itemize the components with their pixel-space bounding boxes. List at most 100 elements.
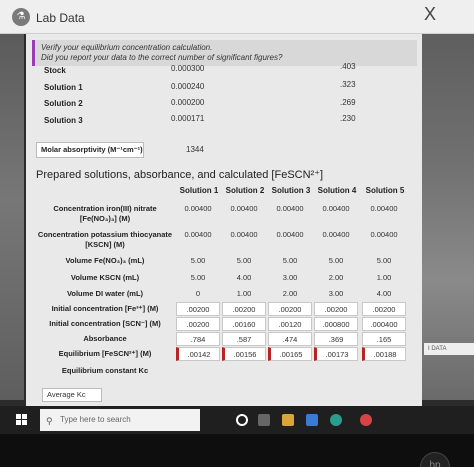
solution-3-concentration: 0.000171 xyxy=(171,114,205,123)
table-cell[interactable]: .000800 xyxy=(314,317,358,331)
table-cell xyxy=(314,364,358,378)
table-cell: 1.00 xyxy=(376,273,392,282)
table-cell: 4.00 xyxy=(236,273,252,282)
row-label: Volume Fe(NO₃)₃ (mL) xyxy=(65,256,145,265)
background-right xyxy=(420,0,474,400)
solution-2-absorbance: .269 xyxy=(340,98,356,107)
solution-2-label: Solution 2 xyxy=(44,99,83,108)
edge-icon[interactable] xyxy=(330,414,342,426)
solution-1-absorbance: .323 xyxy=(340,80,356,89)
table-cell: 0.00400 xyxy=(370,204,398,213)
row-label: Volume DI water (mL) xyxy=(66,289,144,298)
table-cell: 5.00 xyxy=(282,256,298,265)
row-label: Initial concentration [SCN⁻] (M) xyxy=(49,319,161,328)
table-cell[interactable]: .00188 xyxy=(362,347,406,361)
dialog-title: Lab Data xyxy=(36,11,85,25)
table-cell[interactable]: .00142 xyxy=(176,347,220,361)
table-cell: 0.00400 xyxy=(184,204,212,213)
table-cell[interactable]: .00200 xyxy=(314,302,358,316)
table-cell: 5.00 xyxy=(328,256,344,265)
table-cell[interactable]: .784 xyxy=(176,332,220,346)
section-title: Prepared solutions, absorbance, and calc… xyxy=(36,169,324,181)
row-label: Concentration iron(III) nitrate [Fe(NO₃)… xyxy=(53,204,157,223)
table-cell xyxy=(222,364,266,378)
taskbar: Type here to search ⚲ xyxy=(0,406,474,434)
row-label: Volume KSCN (mL) xyxy=(70,273,140,282)
column-header-3: Solution 3 xyxy=(271,186,311,195)
row-label: Equilibrium constant Kc xyxy=(61,366,149,375)
solution-3-label: Solution 3 xyxy=(44,116,83,125)
table-cell: 0.00400 xyxy=(322,204,350,213)
table-cell[interactable]: .00200 xyxy=(176,317,220,331)
table-cell xyxy=(362,364,406,378)
table-cell: 0.00400 xyxy=(230,204,258,213)
taskbar-search-input[interactable]: Type here to search xyxy=(40,409,200,431)
table-cell: 1.00 xyxy=(236,289,252,298)
table-cell: 0.00400 xyxy=(322,230,350,239)
file-explorer-icon[interactable] xyxy=(282,414,294,426)
dropbox-icon[interactable] xyxy=(306,414,318,426)
table-cell xyxy=(268,364,312,378)
table-cell[interactable]: .00160 xyxy=(222,317,266,331)
row-label: Equilibrium [FeSCN²⁺] (M) xyxy=(58,349,152,358)
table-cell[interactable]: .00165 xyxy=(268,347,312,361)
table-cell: 0.00400 xyxy=(276,204,304,213)
solution-3-absorbance: .230 xyxy=(340,114,356,123)
cortana-icon[interactable] xyxy=(236,414,248,426)
table-cell: 2.00 xyxy=(282,289,298,298)
table-cell xyxy=(176,364,220,378)
table-cell: 0.00400 xyxy=(370,230,398,239)
table-cell[interactable]: .00200 xyxy=(362,302,406,316)
table-cell[interactable]: .000400 xyxy=(362,317,406,331)
molar-absorptivity-label: Molar absorptivity (M⁻¹cm⁻¹) xyxy=(36,142,144,158)
table-cell: 3.00 xyxy=(282,273,298,282)
table-cell[interactable]: .00200 xyxy=(268,302,312,316)
side-tab[interactable]: I DATA xyxy=(424,343,474,355)
table-cell: 4.00 xyxy=(376,289,392,298)
table-cell: 5.00 xyxy=(190,256,206,265)
table-cell[interactable]: .00120 xyxy=(268,317,312,331)
column-header-2: Solution 2 xyxy=(225,186,265,195)
windows-start-icon[interactable] xyxy=(16,414,28,426)
row-label: Initial concentration [Fe³⁺] (M) xyxy=(51,304,159,313)
tip-line-1: Verify your equilibrium concentration ca… xyxy=(41,43,213,52)
solution-1-label: Solution 1 xyxy=(44,83,83,92)
table-cell[interactable]: .00200 xyxy=(222,302,266,316)
molar-absorptivity-value: 1344 xyxy=(186,145,204,154)
solution-2-concentration: 0.000200 xyxy=(171,98,205,107)
stock-concentration: 0.000300 xyxy=(171,64,205,73)
close-icon[interactable]: X xyxy=(424,4,436,25)
table-cell: 2.00 xyxy=(328,273,344,282)
table-cell[interactable]: .369 xyxy=(314,332,358,346)
column-header-4: Solution 4 xyxy=(317,186,357,195)
search-icon: ⚲ xyxy=(46,416,53,426)
table-cell[interactable]: .165 xyxy=(362,332,406,346)
stock-absorbance: .403 xyxy=(340,62,356,71)
table-cell[interactable]: .587 xyxy=(222,332,266,346)
chrome-icon[interactable] xyxy=(360,414,372,426)
row-label: Absorbance xyxy=(83,334,127,343)
row-label: Concentration potassium thiocyanate [KSC… xyxy=(37,230,173,249)
monitor-bezel xyxy=(0,434,474,467)
table-cell: 3.00 xyxy=(328,289,344,298)
average-kc-label[interactable]: Average Kc xyxy=(42,388,102,402)
table-cell[interactable]: .00156 xyxy=(222,347,266,361)
column-header-1: Solution 1 xyxy=(179,186,219,195)
table-cell: 0.00400 xyxy=(184,230,212,239)
table-cell: 0 xyxy=(195,289,201,298)
table-cell: 5.00 xyxy=(236,256,252,265)
table-cell: 0.00400 xyxy=(276,230,304,239)
table-cell[interactable]: .00173 xyxy=(314,347,358,361)
table-cell[interactable]: .474 xyxy=(268,332,312,346)
dialog-header: ⚗ Lab Data X xyxy=(0,0,474,34)
stock-label: Stock xyxy=(44,66,66,75)
task-view-icon[interactable] xyxy=(258,414,270,426)
solution-1-concentration: 0.000240 xyxy=(171,82,205,91)
table-cell: 5.00 xyxy=(376,256,392,265)
background-left xyxy=(0,0,24,400)
table-cell: 5.00 xyxy=(190,273,206,282)
table-cell[interactable]: .00200 xyxy=(176,302,220,316)
lab-data-icon: ⚗ xyxy=(12,8,30,26)
table-cell: 0.00400 xyxy=(230,230,258,239)
column-header-5: Solution 5 xyxy=(365,186,405,195)
